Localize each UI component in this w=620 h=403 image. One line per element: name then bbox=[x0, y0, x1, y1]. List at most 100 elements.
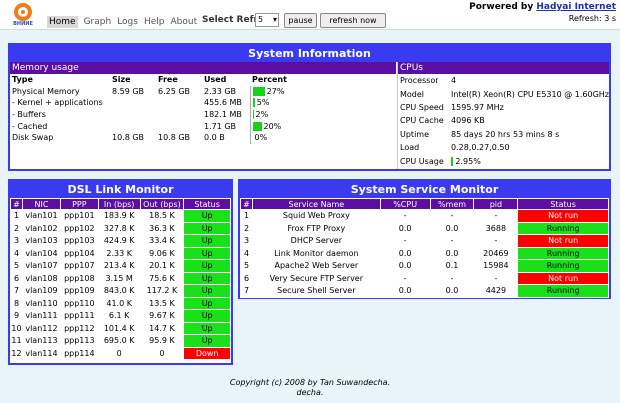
cpu-usage-bar bbox=[451, 156, 454, 166]
dsl-cell: vlan101 bbox=[21, 209, 61, 223]
service-header-cell: %CPU bbox=[379, 198, 431, 210]
dsl-cell: 843.0 K bbox=[97, 284, 141, 298]
service-cell: 0.0 bbox=[379, 284, 431, 298]
service-cell: - bbox=[473, 271, 519, 285]
service-cell: Frox FTP Proxy bbox=[251, 221, 381, 235]
dsl-status: Up bbox=[183, 321, 231, 335]
memory-row: Disk Swap 10.8 GB 10.8 GB 0.0 B 0% bbox=[10, 131, 380, 144]
dsl-status: Up bbox=[183, 209, 231, 223]
logo-text: ВНИИЕ bbox=[13, 21, 33, 27]
memory-percent-value: 2% bbox=[255, 110, 269, 120]
dsl-cell: 0 bbox=[139, 346, 185, 360]
memory-type: - Kernel + applications bbox=[12, 98, 103, 108]
logo-ring-icon bbox=[14, 3, 32, 21]
dsl-cell: 2.33 K bbox=[97, 246, 141, 260]
memory-header-type: Type bbox=[12, 75, 33, 85]
dsl-status: Up bbox=[183, 234, 231, 248]
cpu-row: CPU Speed 1595.97 MHz bbox=[398, 101, 609, 114]
dsl-status: Up bbox=[183, 246, 231, 260]
cpu-section: CPUs Processor 4 Model Intel(R) Xeon(R) CPU… bbox=[397, 62, 609, 169]
memory-percent-value: 5% bbox=[256, 98, 270, 108]
nav-home[interactable]: Home bbox=[47, 16, 78, 28]
nav-graph[interactable]: Graph bbox=[84, 16, 112, 28]
dsl-cell: 33.4 K bbox=[139, 234, 185, 248]
service-header-cell: Service Name bbox=[251, 198, 381, 210]
services-table: # Service Name %CPU %mem pid Status 1 Squid We… bbox=[240, 198, 609, 298]
dsl-cell: 7 bbox=[10, 284, 23, 298]
logo[interactable]: ВНИИЕ bbox=[4, 3, 42, 27]
dsl-cell: ppp103 bbox=[59, 234, 99, 248]
memory-percent-bar bbox=[252, 98, 255, 108]
memory-type: Physical Memory bbox=[12, 86, 80, 96]
powered-by: Porwered by Hadyai Internet bbox=[469, 2, 616, 12]
dsl-status: Up bbox=[183, 309, 231, 323]
service-cell: - bbox=[429, 234, 475, 248]
service-cell: 6 bbox=[240, 271, 253, 285]
memory-type: - Cached bbox=[12, 121, 48, 131]
service-row: 2 Frox FTP Proxy 0.0 0.0 3688 Running bbox=[240, 221, 609, 235]
dsl-status: Up bbox=[183, 334, 231, 348]
service-cell: 4429 bbox=[473, 284, 519, 298]
dsl-cell: 6 bbox=[10, 271, 23, 285]
pause-button[interactable]: pause bbox=[284, 13, 317, 28]
nav-logs[interactable]: Logs bbox=[117, 16, 138, 28]
dsl-cell: 6.1 K bbox=[97, 309, 141, 323]
memory-percent-value: 27% bbox=[266, 86, 285, 96]
service-status: Running bbox=[517, 221, 609, 235]
service-status: Not run bbox=[517, 209, 609, 223]
dsl-cell: 1 bbox=[10, 209, 23, 223]
service-cell: - bbox=[429, 209, 475, 223]
service-status: Running bbox=[517, 284, 609, 298]
refresh-select[interactable]: 5 bbox=[255, 13, 279, 27]
cpu-usage-value: 2.95% bbox=[455, 156, 481, 166]
dsl-row: 7 vlan109 ppp109 843.0 K 117.2 K Up bbox=[10, 284, 231, 298]
service-cell: - bbox=[379, 209, 431, 223]
dsl-cell: 101.4 K bbox=[97, 321, 141, 335]
dsl-cell: 9.67 K bbox=[139, 309, 185, 323]
cpu-label: CPU Cache bbox=[400, 116, 444, 126]
memory-size bbox=[110, 97, 156, 109]
memory-percent-bar bbox=[252, 110, 254, 120]
dsl-link-monitor-title: DSL Link Monitor bbox=[10, 181, 231, 198]
memory-header-used: Used bbox=[204, 75, 227, 85]
cpu-value: 0.28,0.27,0.50 bbox=[451, 143, 510, 153]
refresh-now-button[interactable]: refresh now bbox=[320, 13, 386, 28]
service-row: 5 Apache2 Web Server 0.0 0.1 15984 Running bbox=[240, 259, 609, 273]
dsl-row: 9 vlan111 ppp111 6.1 K 9.67 K Up bbox=[10, 309, 231, 323]
service-header-cell: pid bbox=[473, 198, 519, 210]
footer-copyright: Copyright (c) 2008 by Tan Suwandecha. bbox=[229, 378, 391, 387]
dsl-header-cell: Out (bps) bbox=[139, 198, 185, 210]
dsl-cell: ppp108 bbox=[59, 271, 99, 285]
dsl-cell: 3.15 M bbox=[97, 271, 141, 285]
cpu-value: 85 days 20 hrs 53 mins 8 s bbox=[451, 129, 560, 139]
service-cell: 0.1 bbox=[429, 259, 475, 273]
dsl-header-cell: In (bps) bbox=[97, 198, 141, 210]
dsl-row: 8 vlan110 ppp110 41.0 K 13.5 K Up bbox=[10, 296, 231, 310]
service-cell: 15984 bbox=[473, 259, 519, 273]
dsl-cell: 4 bbox=[10, 246, 23, 260]
powered-by-link[interactable]: Hadyai Internet bbox=[536, 2, 616, 12]
cpu-value: Intel(R) Xeon(R) CPU E5310 @ 1.60GHz bbox=[451, 89, 609, 99]
memory-used: 455.6 MB bbox=[204, 98, 242, 108]
dsl-cell: 9.06 K bbox=[139, 246, 185, 260]
nav-about[interactable]: About bbox=[170, 16, 197, 28]
dsl-row: 2 vlan102 ppp102 327.8 K 36.3 K Up bbox=[10, 221, 231, 235]
nav-help[interactable]: Help bbox=[144, 16, 165, 28]
dsl-cell: vlan114 bbox=[21, 346, 61, 360]
service-cell: 0.0 bbox=[429, 284, 475, 298]
memory-free bbox=[156, 97, 202, 109]
dsl-cell: ppp107 bbox=[59, 259, 99, 273]
memory-usage-section: Memory usage Type Size Free Used Percent… bbox=[10, 62, 396, 144]
service-cell: 3688 bbox=[473, 221, 519, 235]
service-cell: 1 bbox=[240, 209, 253, 223]
dsl-cell: ppp110 bbox=[59, 296, 99, 310]
memory-percent-cell: 0% bbox=[249, 131, 380, 144]
service-cell: 2 bbox=[240, 221, 253, 235]
dsl-cell: 424.9 K bbox=[97, 234, 141, 248]
dsl-cell: vlan109 bbox=[21, 284, 61, 298]
dsl-cell: 2 bbox=[10, 221, 23, 235]
dsl-cell: 213.4 K bbox=[97, 259, 141, 273]
system-information-panel: System Information Memory usage Type Siz… bbox=[8, 43, 611, 171]
dsl-cell: ppp114 bbox=[59, 346, 99, 360]
dsl-cell: vlan107 bbox=[21, 259, 61, 273]
